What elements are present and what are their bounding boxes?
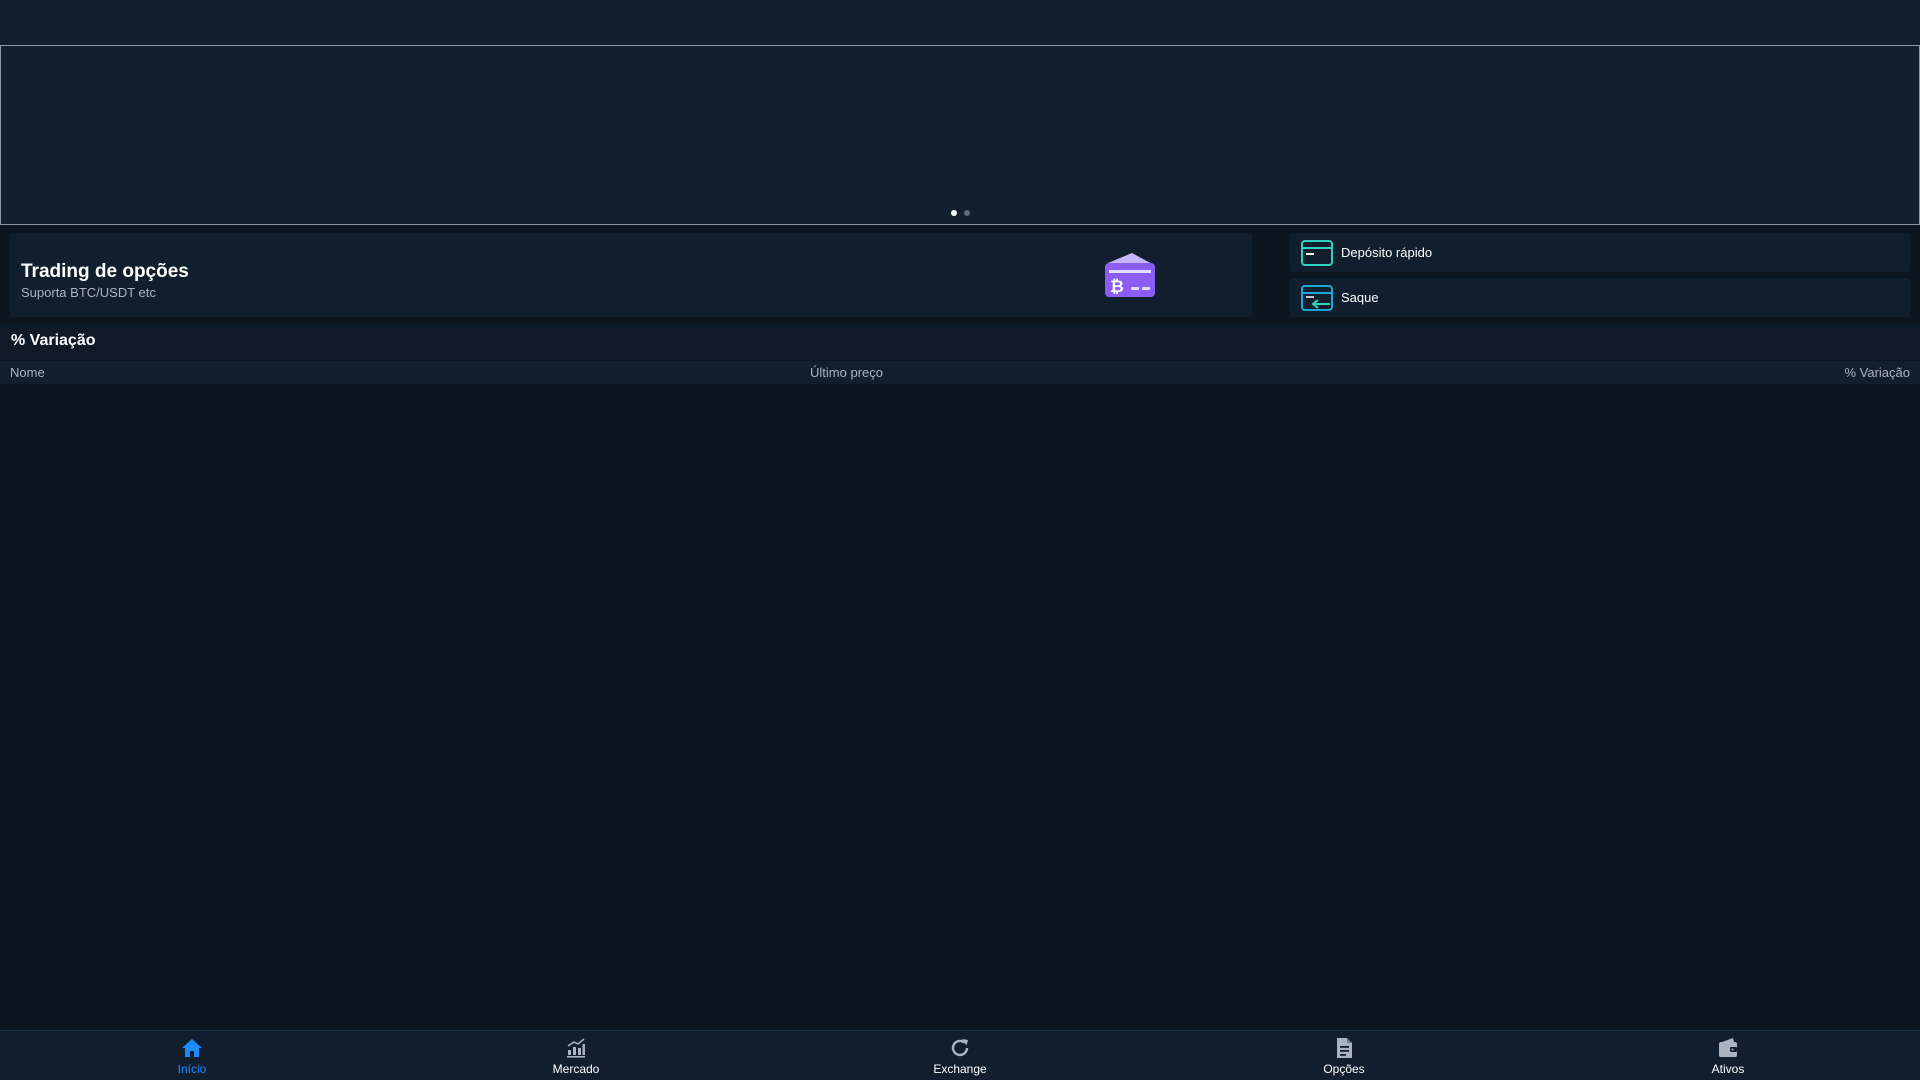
- nav-label-exchange: Exchange: [933, 1062, 987, 1076]
- market-section-header: % Variação: [0, 324, 1920, 360]
- nav-label-assets: Ativos: [1711, 1062, 1745, 1076]
- nav-item-market[interactable]: Mercado: [384, 1031, 768, 1080]
- document-icon: [1337, 1038, 1352, 1058]
- withdraw-label: Saque: [1341, 290, 1379, 305]
- refresh-icon: [951, 1039, 969, 1057]
- nav-label-home: Início: [177, 1062, 207, 1076]
- top-bar: [0, 0, 1920, 45]
- app-page: Trading de opções Suporta BTC/USDT etc ₿…: [0, 0, 1920, 1080]
- card-transfer-icon: [1301, 284, 1333, 311]
- carousel-dot-1[interactable]: [950, 210, 957, 216]
- carousel-indicators: [1, 210, 1919, 216]
- options-trading-card[interactable]: Trading de opções Suporta BTC/USDT etc ₿: [10, 233, 1252, 317]
- nav-item-home[interactable]: Início: [0, 1031, 384, 1080]
- bottom-navigation: Início Mercado Exchange Opções Ativos: [0, 1030, 1920, 1080]
- wallet-icon: [1719, 1038, 1737, 1057]
- column-header-name[interactable]: Nome: [10, 365, 45, 380]
- nav-item-options[interactable]: Opções: [1152, 1031, 1536, 1080]
- credit-card-icon: [1301, 239, 1333, 266]
- quick-deposit-label: Depósito rápido: [1341, 245, 1433, 260]
- carousel-dot-2[interactable]: [963, 210, 970, 216]
- market-section-title: % Variação: [11, 332, 96, 349]
- market-table-header: Nome Último preço % Variação: [0, 361, 1920, 384]
- nav-label-market: Mercado: [552, 1062, 600, 1076]
- bitcoin-card-icon: ₿: [1105, 253, 1155, 297]
- home-icon: [182, 1039, 202, 1057]
- nav-label-options: Opções: [1323, 1062, 1365, 1076]
- svg-text:₿: ₿: [1110, 277, 1124, 297]
- nav-item-assets[interactable]: Ativos: [1536, 1031, 1920, 1080]
- banner-carousel[interactable]: [0, 45, 1920, 225]
- bar-chart-icon: [567, 1038, 585, 1058]
- quick-deposit-button[interactable]: Depósito rápido: [1290, 233, 1910, 272]
- options-card-title: Trading de opções: [21, 261, 189, 282]
- column-header-change[interactable]: % Variação: [1844, 365, 1910, 380]
- withdraw-button[interactable]: Saque: [1290, 278, 1910, 317]
- column-header-last-price[interactable]: Último preço: [810, 365, 883, 380]
- nav-item-exchange[interactable]: Exchange: [768, 1031, 1152, 1080]
- options-card-subtitle: Suporta BTC/USDT etc: [21, 285, 156, 300]
